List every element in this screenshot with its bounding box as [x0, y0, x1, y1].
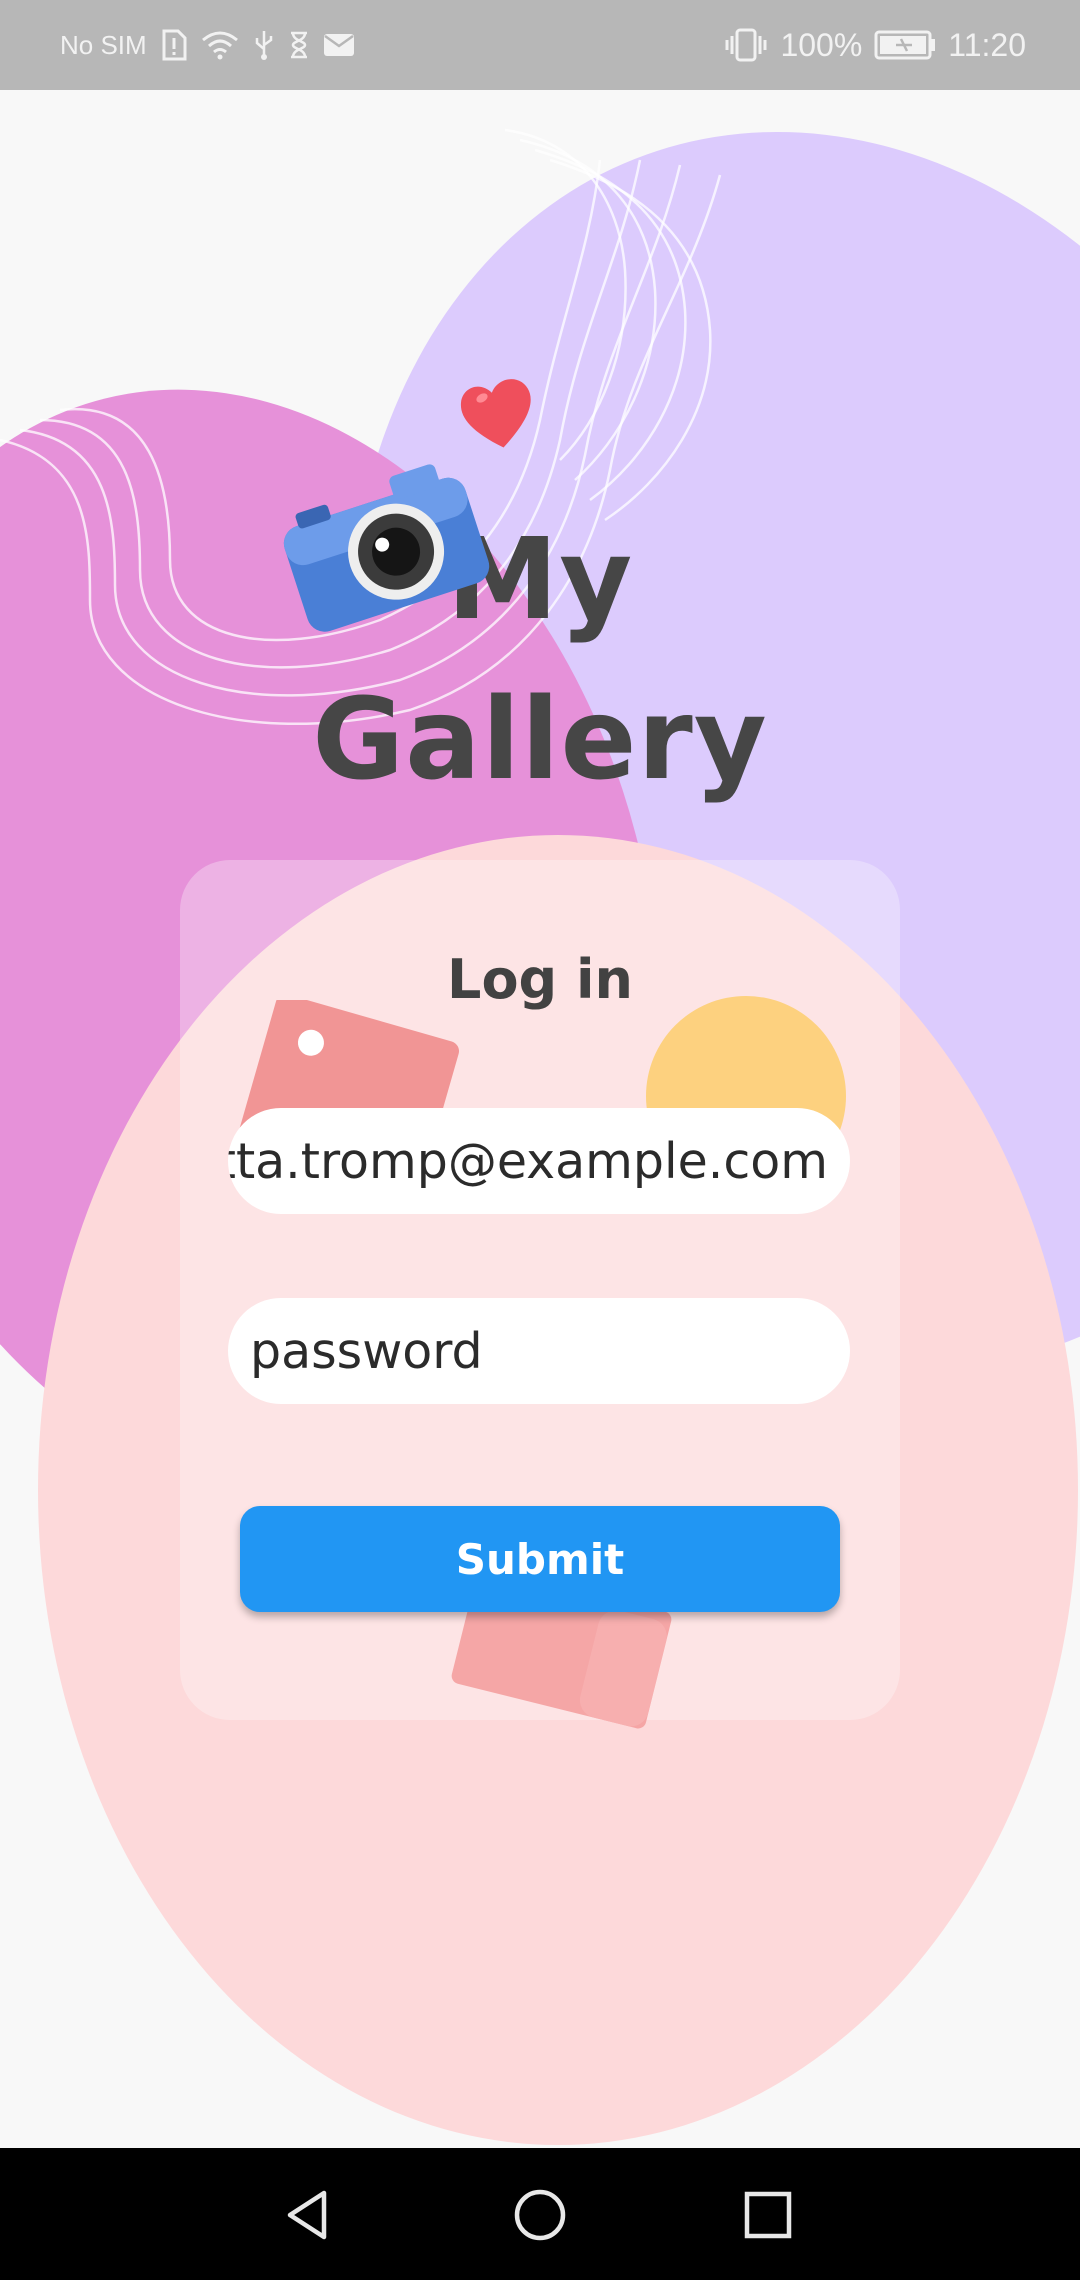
- carrier-text: No SIM: [60, 29, 147, 60]
- battery-charging-icon: [874, 30, 936, 60]
- back-button[interactable]: [268, 2178, 348, 2252]
- password-field[interactable]: password: [228, 1298, 850, 1404]
- battery-percent: 100%: [780, 26, 863, 63]
- email-field[interactable]: loretta.tromp@example.com: [228, 1108, 850, 1214]
- sim-alert-icon: [161, 29, 187, 61]
- home-button[interactable]: [500, 2178, 580, 2252]
- status-bar: No SIM 100% 11:20: [0, 0, 1080, 90]
- status-bar-right: 100% 11:20: [724, 0, 1026, 90]
- recents-button[interactable]: [728, 2178, 808, 2252]
- login-title: Log in: [447, 948, 633, 1011]
- wifi-icon: [201, 30, 239, 60]
- password-placeholder: password: [250, 1322, 483, 1380]
- heart-icon: [461, 379, 531, 448]
- navigation-bar: [0, 2148, 1080, 2280]
- home-icon: [514, 2189, 566, 2241]
- vibrate-icon: [724, 28, 768, 62]
- hourglass-icon: [289, 31, 309, 59]
- back-icon: [287, 2190, 327, 2240]
- app-title: My Gallery: [0, 500, 1080, 820]
- recents-icon: [744, 2191, 792, 2239]
- clock-time: 11:20: [948, 26, 1026, 63]
- title-line-1: My: [446, 515, 634, 645]
- title-line-2: Gallery: [312, 675, 768, 805]
- usb-icon: [253, 29, 275, 61]
- mail-icon: [323, 33, 355, 57]
- submit-button[interactable]: Submit: [240, 1506, 840, 1612]
- status-bar-left: No SIM: [60, 0, 355, 90]
- camera-icon: [283, 464, 490, 632]
- email-value: loretta.tromp@example.com: [228, 1132, 828, 1190]
